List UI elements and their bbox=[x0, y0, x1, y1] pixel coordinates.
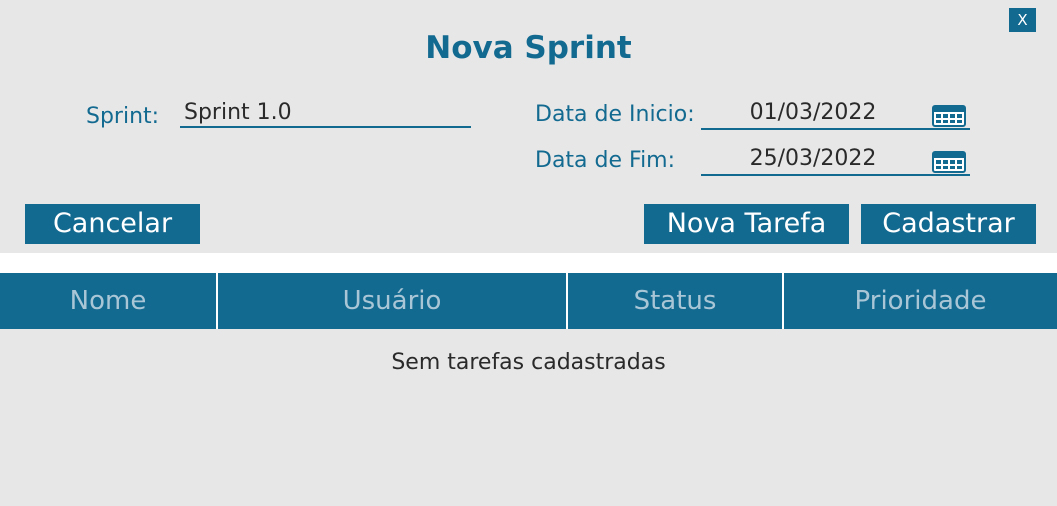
end-date-label: Data de Fim: bbox=[535, 148, 676, 173]
close-button[interactable]: X bbox=[1009, 8, 1036, 32]
dialog-title: Nova Sprint bbox=[425, 30, 632, 66]
column-header-prioridade[interactable]: Prioridade bbox=[782, 273, 1057, 329]
close-icon: X bbox=[1017, 11, 1028, 29]
sprint-name-input[interactable]: Sprint 1.0 bbox=[180, 98, 471, 128]
empty-table-message: Sem tarefas cadastradas bbox=[391, 350, 666, 375]
column-header-nome[interactable]: Nome bbox=[0, 273, 216, 329]
tasks-table-header: Nome Usuário Status Prioridade bbox=[0, 273, 1057, 329]
submit-button[interactable]: Cadastrar bbox=[861, 204, 1036, 244]
new-sprint-dialog: X Nova Sprint Sprint: Sprint 1.0 Data de… bbox=[0, 0, 1057, 506]
cancel-button[interactable]: Cancelar bbox=[25, 204, 200, 244]
column-header-usuario[interactable]: Usuário bbox=[216, 273, 566, 329]
start-date-label: Data de Inicio: bbox=[535, 102, 695, 127]
start-date-calendar-icon[interactable] bbox=[932, 105, 966, 127]
end-date-calendar-icon[interactable] bbox=[932, 151, 966, 173]
column-header-status[interactable]: Status bbox=[566, 273, 782, 329]
new-task-button[interactable]: Nova Tarefa bbox=[644, 204, 849, 244]
sprint-label: Sprint: bbox=[86, 104, 160, 129]
start-date-input[interactable]: 01/03/2022 bbox=[701, 98, 925, 130]
start-date-underline bbox=[925, 128, 970, 130]
end-date-input[interactable]: 25/03/2022 bbox=[701, 144, 925, 176]
divider bbox=[0, 253, 1057, 273]
end-date-underline bbox=[925, 174, 970, 176]
